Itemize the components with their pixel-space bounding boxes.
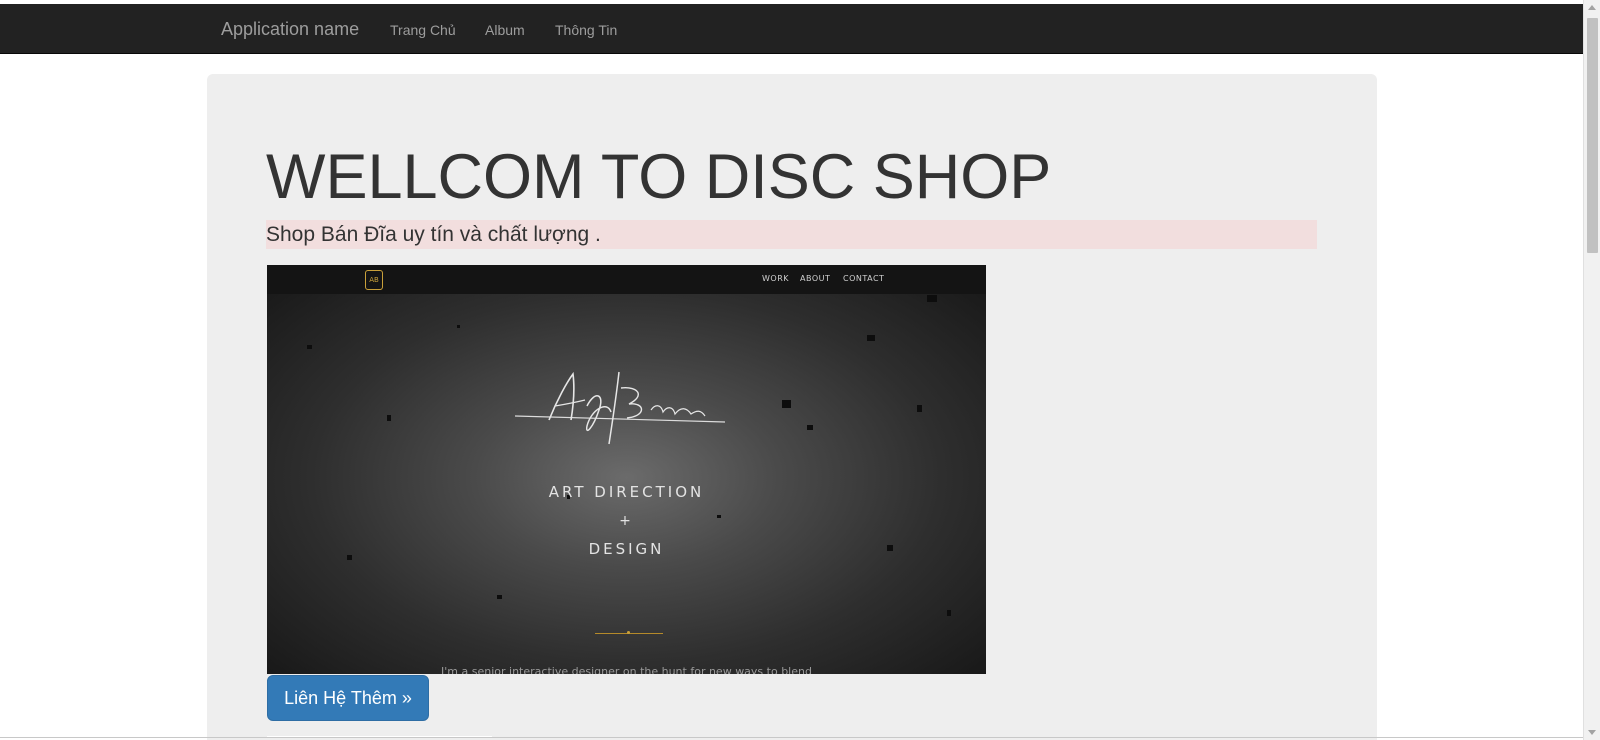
debris-speck [867,335,875,341]
scrollbar-thumb[interactable] [1587,18,1598,253]
debris-speck [497,595,502,599]
debris-speck [387,415,391,421]
hero-link-contact: CONTACT [843,274,885,283]
nav-item-trang-chu[interactable]: Trang Chủ [390,21,456,39]
hero-divider-dot [627,631,630,634]
hero-image: AB WORK ABOUT CONTACT ART DIRECTION + DE… [267,265,986,674]
hero-line-art-direction: ART DIRECTION [548,483,705,501]
debris-speck [917,405,922,412]
hero-link-about: ABOUT [800,274,831,283]
chevron-down-icon[interactable] [1588,730,1596,735]
hero-caption: I'm a senior interactive designer on the… [441,665,812,674]
jumbotron: WELLCOM TO DISC SHOP Shop Bán Đĩa uy tín… [207,74,1377,740]
bottom-border [0,737,1583,738]
debris-speck [947,610,951,616]
hero-plus: + [619,513,634,529]
debris-speck [807,425,813,430]
page-title: WELLCOM TO DISC SHOP [266,142,1052,212]
brand-link[interactable]: Application name [221,18,359,40]
debris-speck [457,325,460,328]
signature-icon [515,371,726,445]
contact-more-button[interactable]: Liên Hệ Thêm » [267,675,429,721]
nav-item-album[interactable]: Album [485,21,525,39]
hero-nav-bar: AB WORK ABOUT CONTACT [267,265,986,294]
subtitle-highlight: Shop Bán Đĩa uy tín và chất lượng . [266,220,1317,249]
debris-speck [782,400,791,408]
vertical-scrollbar[interactable] [1583,0,1600,740]
debris-speck [307,345,312,349]
hero-link-work: WORK [762,274,790,283]
chevron-up-icon[interactable] [1588,5,1596,10]
subtitle: Shop Bán Đĩa uy tín và chất lượng . [266,223,601,246]
browser-viewport: Application name Trang Chủ Album Thông T… [0,0,1600,740]
hero-line-design: DESIGN [588,540,665,558]
navbar: Application name Trang Chủ Album Thông T… [0,4,1583,54]
nav-item-thong-tin[interactable]: Thông Tin [555,21,617,39]
debris-speck [927,295,937,302]
hero-logo: AB [365,270,383,290]
